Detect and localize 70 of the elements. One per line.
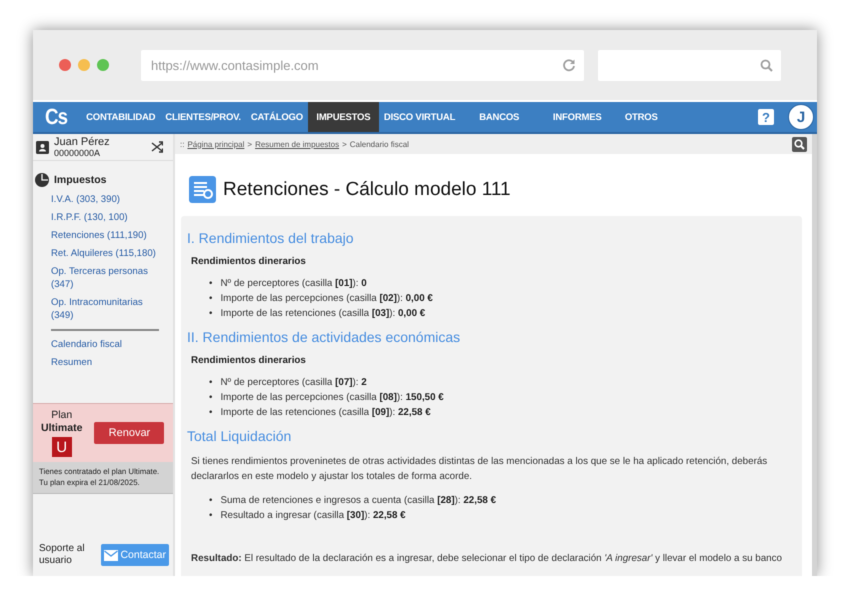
search-icon[interactable] <box>760 58 773 72</box>
user-name: Juan Pérez <box>54 136 111 148</box>
breadcrumb-text: > <box>247 140 252 148</box>
breadcrumb-link[interactable]: Resumen de impuestos <box>255 140 340 148</box>
nav-tab[interactable]: CATÁLOGO <box>246 102 308 132</box>
bullet: • <box>209 391 212 405</box>
nav-tab[interactable]: DISCO VIRTUAL <box>378 102 460 132</box>
reload-icon[interactable] <box>562 58 576 72</box>
bullet: • <box>209 376 212 390</box>
plan-label: Plan <box>51 409 72 422</box>
nav-tab[interactable]: CLIENTES/PROV. <box>160 102 246 132</box>
bullet: • <box>209 277 212 291</box>
list-item: Suma de retenciones e ingresos a cuenta (casilla [28]): 22,58 € <box>220 494 496 508</box>
sidebar-link[interactable]: Calendario fiscal <box>51 338 167 351</box>
section-title: Impuestos <box>54 174 107 186</box>
sidebar-link[interactable]: Op. Terceras personas (347) <box>51 265 167 291</box>
section-heading: I. Rendimientos del trabajo <box>187 230 355 246</box>
envelope-icon <box>104 550 118 560</box>
shuffle-icon[interactable] <box>151 141 163 153</box>
page-title: Retenciones - Cálculo modelo 111 <box>223 178 511 200</box>
contact-button[interactable]: Contactar <box>101 544 169 566</box>
plan-name: Ultimate <box>41 422 82 435</box>
sidebar-link[interactable]: Op. Intracomunitarias (349) <box>51 296 167 322</box>
window-close-icon[interactable] <box>59 59 71 71</box>
user-avatar[interactable]: J <box>788 104 814 130</box>
section-heading: II. Rendimientos de actividades económicas <box>187 329 462 345</box>
renew-button[interactable]: Renovar <box>94 422 164 444</box>
breadcrumb-link[interactable]: Página principal <box>187 140 244 148</box>
breadcrumb-text: :: <box>180 140 184 148</box>
list-item: Nº de perceptores (casilla [07]): 2 <box>220 376 367 390</box>
sidebar-link[interactable]: I.V.A. (303, 390) <box>51 193 167 206</box>
list-item: Resultado a ingresar (casilla [30]): 22,58 € <box>220 509 406 523</box>
window-zoom-icon[interactable] <box>97 59 109 71</box>
nav-tab[interactable]: CONTABILIDAD <box>81 102 160 132</box>
search-button[interactable] <box>792 136 807 152</box>
support-label: Soporte al usuario <box>39 543 86 567</box>
section-heading: Total Liquidación <box>187 428 292 444</box>
url-text: https://www.contasimple.com <box>151 58 319 72</box>
sidebar-link[interactable]: Resumen <box>51 356 167 369</box>
bullet: • <box>209 406 212 420</box>
user-id: 00000000A <box>54 148 102 158</box>
list-item: Importe de las percepciones (casilla [02]): 0,00 € <box>220 292 433 306</box>
search-field[interactable] <box>598 50 781 80</box>
list-item: Nº de perceptores (casilla [01]): 0 <box>220 277 367 291</box>
nav-tab[interactable]: IMPUESTOS <box>308 102 379 132</box>
sidebar-link[interactable]: Retenciones (111,190) <box>51 229 167 242</box>
list-item: Importe de las percepciones (casilla [08]): 150,50 € <box>220 391 444 405</box>
plan-badge: U <box>52 437 72 457</box>
id-card-icon <box>36 140 49 154</box>
bullet: • <box>209 307 212 321</box>
nav-tab[interactable]: OTROS <box>616 102 666 132</box>
list-item: Importe de las retenciones (casilla [09]): 22,58 € <box>220 406 431 420</box>
result-note: Resultado: El resultado de la declaración es a ingresar, debe selecionar el tipo de declaración 'A ingresar' y llevar el modelo a su banco <box>191 552 783 566</box>
sidebar-link[interactable]: I.R.P.F. (130, 100) <box>51 211 167 224</box>
nav-tab[interactable]: INFORMES <box>538 102 616 132</box>
subsection-heading: Rendimientos dinerarios <box>191 256 307 267</box>
bullet: • <box>209 509 212 523</box>
list-item: Importe de las retenciones (casilla [03]): 0,00 € <box>220 307 426 321</box>
bullet: • <box>209 292 212 306</box>
breadcrumb-text: Calendario fiscal <box>350 140 409 148</box>
sidebar-link[interactable]: Ret. Alquileres (115,180) <box>51 247 167 260</box>
subsection-heading: Rendimientos dinerarios <box>191 355 307 366</box>
window-minimize-icon[interactable] <box>78 59 90 71</box>
search-icon <box>794 138 805 150</box>
help-button[interactable]: ? <box>758 109 774 125</box>
logo[interactable]: Cs <box>44 104 68 130</box>
bullet: • <box>209 494 212 508</box>
breadcrumb-text: > <box>342 140 347 148</box>
nav-tab[interactable]: BANCOS <box>460 102 538 132</box>
paragraph: Si tienes rendimientos proveninetes de otras actividades distintas de las mencionadas a los que se le ha aplicado retención, deberás declararlos en este modelo y ajustar los totales de forma acorde. <box>191 455 768 484</box>
